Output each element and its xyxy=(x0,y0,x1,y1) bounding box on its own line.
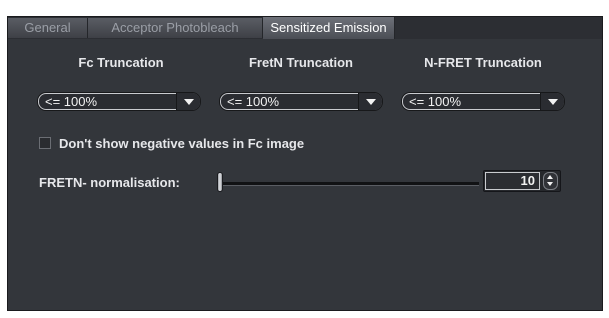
normalisation-label: FRETN- normalisation: xyxy=(39,175,180,190)
chevron-down-icon xyxy=(366,99,376,105)
fretn-truncation-dropdown[interactable]: <= 100% xyxy=(219,92,383,111)
chevron-down-icon xyxy=(548,99,558,105)
tab-acceptor-photobleach[interactable]: Acceptor Photobleach xyxy=(88,18,263,38)
tab-sensitized-emission[interactable]: Sensitized Emission xyxy=(263,17,395,39)
fc-truncation-value: <= 100% xyxy=(38,93,177,110)
nfret-truncation-dropdown[interactable]: <= 100% xyxy=(401,92,565,111)
tab-bar: General Acceptor Photobleach Sensitized … xyxy=(8,17,602,39)
nfret-dropdown-button[interactable] xyxy=(540,93,564,110)
fc-truncation-dropdown[interactable]: <= 100% xyxy=(37,92,201,111)
negative-values-checkbox[interactable] xyxy=(39,137,51,149)
normalisation-stepper[interactable] xyxy=(543,172,558,190)
settings-panel: Fc Truncation FretN Truncation N-FRET Tr… xyxy=(8,39,602,310)
nfret-truncation-value: <= 100% xyxy=(402,93,541,110)
normalisation-slider-thumb[interactable] xyxy=(217,172,223,192)
fc-dropdown-button[interactable] xyxy=(176,93,200,110)
arrow-up-icon[interactable] xyxy=(547,175,553,179)
fretn-truncation-value: <= 100% xyxy=(220,93,359,110)
arrow-down-icon[interactable] xyxy=(547,182,553,186)
negative-values-label: Don't show negative values in Fc image xyxy=(59,136,305,151)
fretn-truncation-header: FretN Truncation xyxy=(248,55,353,70)
tab-general[interactable]: General xyxy=(8,18,88,38)
fc-truncation-header: Fc Truncation xyxy=(78,55,164,70)
normalisation-value[interactable]: 10 xyxy=(485,172,540,190)
sensitized-emission-panel-window: General Acceptor Photobleach Sensitized … xyxy=(7,16,603,311)
nfret-truncation-header: N-FRET Truncation xyxy=(424,55,542,70)
normalisation-spinbox[interactable]: 10 xyxy=(483,170,561,192)
fretn-dropdown-button[interactable] xyxy=(358,93,382,110)
normalisation-slider-track[interactable] xyxy=(222,182,479,186)
chevron-down-icon xyxy=(184,99,194,105)
